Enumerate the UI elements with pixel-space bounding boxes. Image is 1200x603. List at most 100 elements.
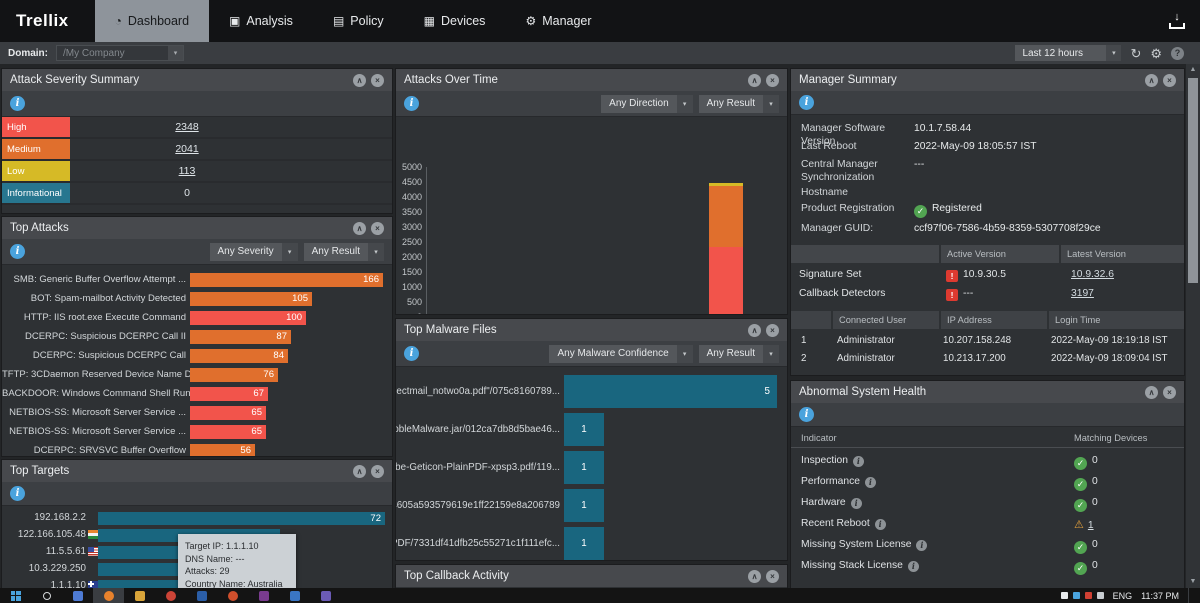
collapse-icon[interactable]: ∧ xyxy=(1145,386,1158,399)
domain-select[interactable]: /My Company ▾ xyxy=(56,45,184,61)
result-filter-dropdown[interactable]: Any Result▾ xyxy=(304,243,384,261)
info-icon[interactable]: i xyxy=(853,456,864,467)
attack-bar[interactable]: 65 xyxy=(190,425,266,439)
close-icon[interactable]: × xyxy=(371,74,384,87)
info-icon[interactable]: i xyxy=(875,519,886,530)
chrome-app-icon[interactable] xyxy=(155,588,186,603)
time-range-select[interactable]: Last 12 hours ▾ xyxy=(1015,45,1121,61)
info-icon[interactable]: i xyxy=(851,498,862,509)
attack-bar[interactable]: 100 xyxy=(190,311,306,325)
attack-bar[interactable]: 84 xyxy=(190,349,288,363)
close-icon[interactable]: × xyxy=(766,74,779,87)
scroll-down-icon[interactable]: ▼ xyxy=(1186,576,1200,588)
severity-filter-dropdown[interactable]: Any Severity▾ xyxy=(210,243,298,261)
vertical-scrollbar[interactable]: ▲ ▼ xyxy=(1186,64,1200,588)
info-icon[interactable]: i xyxy=(799,95,814,110)
info-icon[interactable]: i xyxy=(908,561,919,572)
attack-bar[interactable]: 65 xyxy=(190,406,266,420)
info-icon[interactable]: i xyxy=(10,96,25,111)
tray-icon-4[interactable] xyxy=(1097,592,1104,599)
show-desktop-button[interactable] xyxy=(1188,588,1192,603)
info-icon[interactable]: i xyxy=(404,346,419,361)
tab-dashboard[interactable]: ◔Dashboard xyxy=(95,0,209,42)
teams-app-icon[interactable] xyxy=(62,588,93,603)
tray-icon-3[interactable] xyxy=(1085,592,1092,599)
info-icon[interactable]: i xyxy=(404,96,419,111)
close-icon[interactable]: × xyxy=(766,570,779,583)
collapse-icon[interactable]: ∧ xyxy=(748,324,761,337)
attack-bar[interactable]: 76 xyxy=(190,368,278,382)
info-icon[interactable]: i xyxy=(10,244,25,259)
stacked-bar-segment-low xyxy=(709,183,743,186)
scroll-up-icon[interactable]: ▲ xyxy=(1186,64,1200,76)
attack-row: HTTP: IIS root.exe Execute Command100 xyxy=(2,308,392,327)
collapse-icon[interactable]: ∧ xyxy=(353,222,366,235)
tab-label: Devices xyxy=(441,14,485,28)
close-icon[interactable]: × xyxy=(371,222,384,235)
gear-icon[interactable]: ⚙ xyxy=(1150,47,1162,60)
help-icon[interactable]: ? xyxy=(1171,47,1184,60)
collapse-icon[interactable]: ∧ xyxy=(1145,74,1158,87)
store-app-icon[interactable] xyxy=(310,588,341,603)
powerpoint-app-icon-glyph xyxy=(228,591,238,601)
outlook-app-icon-glyph xyxy=(290,591,300,601)
powerpoint-app-icon[interactable] xyxy=(217,588,248,603)
outlook-app-icon[interactable] xyxy=(279,588,310,603)
user-ip-address: 10.207.158.248 xyxy=(943,335,1011,346)
info-icon[interactable]: i xyxy=(799,407,814,422)
result-filter-dropdown[interactable]: Any Result▾ xyxy=(699,345,779,363)
attack-bar[interactable]: 56 xyxy=(190,444,255,458)
tab-policy[interactable]: ▤Policy xyxy=(313,0,404,42)
info-icon[interactable]: i xyxy=(916,540,927,551)
tooltip-line: Target IP: 1.1.1.10 xyxy=(185,540,289,553)
firefox-app-icon[interactable] xyxy=(93,588,124,603)
tab-manager[interactable]: ⚙Manager xyxy=(505,0,611,42)
latest-version-link[interactable]: 3197 xyxy=(1071,288,1094,299)
result-filter-dropdown[interactable]: Any Result▾ xyxy=(699,95,779,113)
close-icon[interactable]: × xyxy=(766,324,779,337)
malware-bar[interactable]: 1 xyxy=(564,527,604,560)
tab-devices[interactable]: ▦Devices xyxy=(404,0,506,42)
direction-filter-dropdown[interactable]: Any Direction▾ xyxy=(601,95,692,113)
indicator-name: Missing Stack License xyxy=(801,560,903,571)
search-icon[interactable] xyxy=(31,588,62,603)
info-icon[interactable]: i xyxy=(10,486,25,501)
close-icon[interactable]: × xyxy=(1163,386,1176,399)
latest-version-link[interactable]: 10.9.32.6 xyxy=(1071,269,1114,280)
malware-bar[interactable]: 1 xyxy=(564,451,604,484)
info-icon[interactable]: i xyxy=(865,477,876,488)
collapse-icon[interactable]: ∧ xyxy=(353,465,366,478)
collapse-icon[interactable]: ∧ xyxy=(748,570,761,583)
start-icon[interactable] xyxy=(0,588,31,603)
severity-count[interactable]: 2041 xyxy=(132,143,242,155)
malware-bar[interactable]: 1 xyxy=(564,489,604,522)
export-download-icon[interactable]: ↓ xyxy=(1168,14,1186,29)
malware-confidence-filter-dropdown[interactable]: Any Malware Confidence▾ xyxy=(549,345,692,363)
tab-analysis[interactable]: ▣Analysis xyxy=(209,0,313,42)
collapse-icon[interactable]: ∧ xyxy=(353,74,366,87)
attack-bar[interactable]: 105 xyxy=(190,292,312,306)
attack-bar[interactable]: 166 xyxy=(190,273,383,287)
scrollbar-thumb[interactable] xyxy=(1188,78,1198,283)
severity-count[interactable]: 2348 xyxy=(132,121,242,133)
collapse-icon[interactable]: ∧ xyxy=(748,74,761,87)
refresh-icon[interactable]: ↻ xyxy=(1130,47,1141,60)
matching-devices-count[interactable]: 1 xyxy=(1088,520,1094,531)
clock[interactable]: 11:37 PM xyxy=(1141,591,1179,601)
file-explorer-icon[interactable] xyxy=(124,588,155,603)
attack-bar[interactable]: 67 xyxy=(190,387,268,401)
windows-taskbar: ENG 11:37 PM xyxy=(0,588,1200,603)
attack-bar[interactable]: 87 xyxy=(190,330,291,344)
onenote-app-icon[interactable] xyxy=(248,588,279,603)
malware-bar[interactable]: 1 xyxy=(564,413,604,446)
malware-bar[interactable]: 5 xyxy=(564,375,777,408)
tray-icon-1[interactable] xyxy=(1061,592,1068,599)
tray-icon-2[interactable] xyxy=(1073,592,1080,599)
target-bar[interactable]: 72 xyxy=(98,512,385,525)
close-icon[interactable]: × xyxy=(1163,74,1176,87)
word-app-icon[interactable] xyxy=(186,588,217,603)
close-icon[interactable]: × xyxy=(371,465,384,478)
language-indicator[interactable]: ENG xyxy=(1113,591,1133,601)
manager-field-value: ✓Registered xyxy=(914,203,982,218)
severity-count[interactable]: 113 xyxy=(132,165,242,177)
